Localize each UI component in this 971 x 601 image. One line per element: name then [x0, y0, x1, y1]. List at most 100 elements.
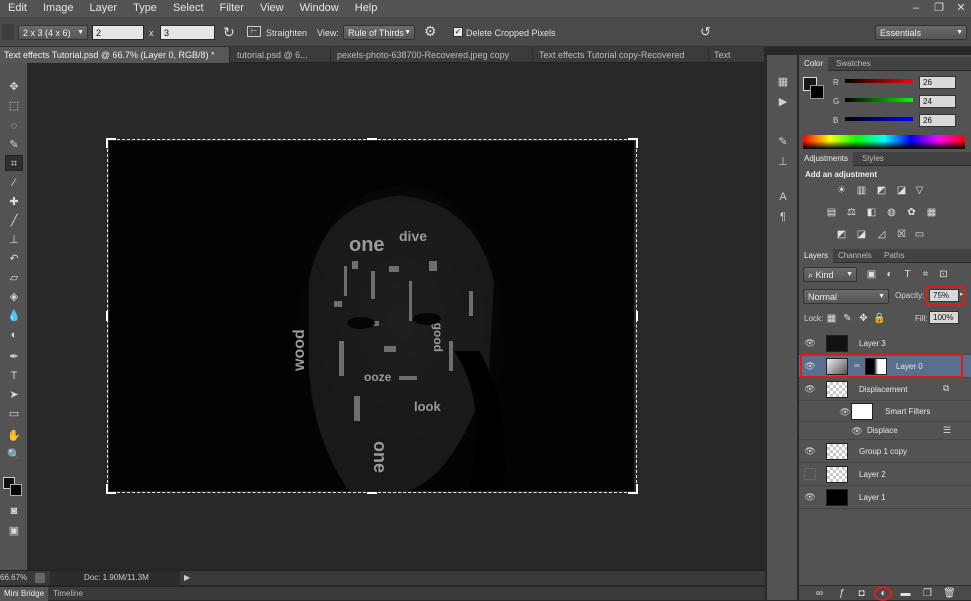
crop-height-input[interactable]: 3	[160, 25, 215, 40]
photo-filter-icon[interactable]: ◍	[885, 207, 898, 218]
gradient-map-icon[interactable]: ▭	[913, 229, 926, 240]
layer-row[interactable]: 👁 Group 1 copy	[799, 440, 971, 463]
pixel-layer-filter-icon[interactable]: ▣	[865, 269, 878, 280]
tab-text-effects-tutorial[interactable]: Text effects Tutorial.psd @ 66.7% (Layer…	[0, 47, 230, 63]
g-value-field[interactable]: 24	[919, 95, 956, 108]
eye-icon[interactable]: 👁	[804, 491, 816, 503]
tab-adjustments[interactable]: Adjustments	[799, 152, 854, 166]
swap-icon[interactable]: ↻	[223, 24, 235, 41]
eye-icon[interactable]: 👁	[839, 406, 851, 418]
tab-layers[interactable]: Layers	[799, 249, 834, 263]
straighten-label[interactable]: Straighten	[266, 27, 307, 39]
zoom-tool-icon[interactable]: 🔍	[5, 447, 23, 463]
reset-icon[interactable]: ↺	[700, 24, 711, 40]
crop-handle-top-left[interactable]	[106, 138, 116, 148]
tab-color[interactable]: Color	[799, 57, 829, 71]
tab-paths[interactable]: Paths	[879, 249, 909, 263]
hue-saturation-icon[interactable]: ▤	[825, 207, 838, 218]
layer-row[interactable]: 👁 Layer 3	[799, 332, 971, 355]
r-value-field[interactable]: 26	[919, 76, 956, 89]
posterize-icon[interactable]: ◪	[855, 229, 868, 240]
layer-name[interactable]: Smart Filters	[885, 401, 930, 422]
smart-object-filter-icon[interactable]: ⊡	[937, 269, 950, 280]
menu-window[interactable]: Window	[292, 0, 347, 17]
quick-mask-icon[interactable]: ◙	[5, 503, 23, 519]
healing-brush-tool-icon[interactable]: ✚	[5, 194, 23, 210]
menu-image[interactable]: Image	[35, 0, 82, 17]
filter-options-icon[interactable]: ☰	[943, 425, 951, 436]
r-slider[interactable]	[845, 79, 913, 83]
exposure-icon[interactable]: ◪	[895, 185, 908, 196]
screen-mode-icon[interactable]: ▣	[5, 523, 23, 539]
crop-ratio-dropdown[interactable]: 2 x 3 (4 x 6) ▼	[18, 25, 88, 40]
tab-text-effects-copy[interactable]: Text effects Tutorial copy-Recovered	[535, 47, 709, 63]
layer-row[interactable]: 👁 Displace ☰	[799, 422, 971, 440]
threshold-icon[interactable]: ◿	[875, 229, 888, 240]
fill-field[interactable]: 100%	[929, 311, 959, 324]
layer-name[interactable]: Layer 2	[859, 463, 886, 486]
character-panel-icon[interactable]: A	[775, 190, 791, 204]
zoom-level[interactable]: 66.67%	[0, 571, 27, 585]
restore-icon[interactable]: ❐	[928, 0, 950, 17]
tab-text[interactable]: Text	[710, 47, 765, 63]
eye-icon[interactable]: 👁	[804, 337, 816, 349]
history-brush-tool-icon[interactable]: ↶	[5, 251, 23, 267]
type-layer-filter-icon[interactable]: T	[901, 269, 914, 280]
invert-icon[interactable]: ◩	[835, 229, 848, 240]
crop-handle-left[interactable]	[106, 311, 108, 321]
paragraph-panel-icon[interactable]: ¶	[775, 210, 791, 224]
fx-icon[interactable]: ƒ	[835, 588, 848, 599]
path-select-tool-icon[interactable]: ➤	[5, 387, 23, 403]
add-mask-icon[interactable]: ◘	[855, 588, 868, 599]
curves-icon[interactable]: ◩	[875, 185, 888, 196]
black-white-icon[interactable]: ◧	[865, 207, 878, 218]
workspace-dropdown[interactable]: Essentials ▼	[875, 25, 967, 40]
eyedropper-tool-icon[interactable]: ⁄	[5, 175, 23, 191]
layer-name[interactable]: Layer 3	[859, 332, 886, 355]
tab-styles[interactable]: Styles	[857, 152, 889, 166]
adjustment-layer-filter-icon[interactable]: ◐	[883, 269, 896, 280]
view-overlay-dropdown[interactable]: Rule of Thirds ▼	[343, 25, 415, 40]
channel-mixer-icon[interactable]: ✿	[905, 207, 918, 218]
pen-tool-icon[interactable]: ✒	[5, 349, 23, 365]
selective-color-icon[interactable]: ☒	[895, 229, 908, 240]
history-panel-icon[interactable]: ▦	[775, 75, 791, 89]
eye-icon[interactable]: 👁	[851, 425, 863, 437]
layer-name[interactable]: Group 1 copy	[859, 440, 907, 463]
status-info-icon[interactable]	[35, 573, 45, 583]
color-balance-icon[interactable]: ⚖	[845, 207, 858, 218]
tab-timeline[interactable]: Timeline	[49, 587, 87, 601]
quick-select-tool-icon[interactable]: ✎	[5, 137, 23, 153]
g-slider[interactable]	[845, 98, 913, 102]
layer-filter-kind-dropdown[interactable]: ⌕ Kind ▼	[803, 267, 857, 282]
actions-panel-icon[interactable]: ▶	[775, 95, 791, 109]
trash-icon[interactable]: 🗑	[943, 588, 956, 599]
new-group-icon[interactable]: ▬	[899, 588, 912, 599]
gear-icon[interactable]: ⚙	[424, 23, 437, 40]
layer-name[interactable]: Layer 1	[859, 486, 886, 509]
layer-row[interactable]: Layer 2	[799, 463, 971, 486]
menu-view[interactable]: View	[252, 0, 292, 17]
levels-icon[interactable]: ▥	[855, 185, 868, 196]
visibility-toggle-off[interactable]	[804, 468, 816, 480]
lock-transparency-icon[interactable]: ▦	[825, 313, 838, 324]
crop-handle-bottom-right[interactable]	[628, 484, 638, 494]
rectangle-tool-icon[interactable]: ▭	[5, 406, 23, 422]
blur-tool-icon[interactable]: 💧	[5, 308, 23, 324]
crop-handle-top[interactable]	[367, 138, 377, 140]
brightness-contrast-icon[interactable]: ☀	[835, 185, 848, 196]
crop-handle-bottom[interactable]	[367, 492, 377, 494]
background-color-chip[interactable]	[810, 85, 824, 99]
link-layers-icon[interactable]: ∞	[813, 588, 826, 599]
eye-icon[interactable]: 👁	[804, 383, 816, 395]
crop-width-input[interactable]: 2	[92, 25, 144, 40]
marquee-tool-icon[interactable]: ⬚	[5, 98, 23, 114]
menu-filter[interactable]: Filter	[212, 0, 252, 17]
layer-row[interactable]: 👁 Displacement ⧉	[799, 378, 971, 401]
tab-channels[interactable]: Channels	[833, 249, 877, 263]
blend-mode-dropdown[interactable]: Normal ▼	[803, 289, 889, 304]
close-icon[interactable]: ✕	[950, 0, 971, 17]
menu-edit[interactable]: Edit	[0, 0, 35, 17]
straighten-icon[interactable]: ⊢	[247, 26, 261, 37]
tab-mini-bridge[interactable]: Mini Bridge	[0, 587, 49, 601]
